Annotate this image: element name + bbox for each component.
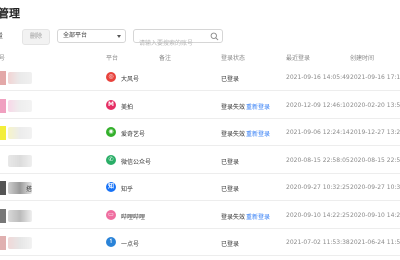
login-status: 登录失效 [221,131,246,138]
relogin-link[interactable]: 重新登录 [246,102,270,111]
search-box [133,29,223,50]
latest-login-time: 2020-12-09 12:46:10 [286,101,350,109]
iqiyi-icon: ◉ [106,127,116,137]
login-status: 已登录 [221,186,240,193]
header-created: 创建时间 [350,55,375,62]
account-mosaic [8,237,32,249]
table-row[interactable]: ↿ 一点号 已登录 2021-07-02 11:53:38 2021-06-24 11:… [0,229,400,256]
login-status: 登录失效 [221,103,246,111]
account-mosaic [8,72,32,84]
account-mosaic [8,154,32,167]
login-status: 已登录 [221,241,240,248]
bilibili-icon: ▭ [106,209,116,220]
account-mosaic [8,209,32,222]
platform-select[interactable]: 全部平台 [57,29,126,43]
page-title: 管理 [0,7,20,20]
header-note: 备注 [159,55,172,62]
latest-login-time: 2020-09-27 10:32:25 [286,184,350,191]
table-row[interactable]: M 美拍 登录失效 重新登录 2020-12-09 12:46:10 2020-02-20… [0,92,400,119]
wechat-icon: ✆ [106,154,116,165]
created-time: 2020-09-27 10:32 [350,184,400,191]
latest-login-time: 2020-09-10 14:22:25 [286,211,350,219]
avatar [0,181,6,195]
relogin-link[interactable]: 重新登录 [246,212,270,221]
latest-login-time: 2021-09-06 12:24:14 [286,129,350,136]
platform-name: 爱奇艺号 [121,131,146,138]
avatar [0,98,6,113]
zhihu-icon: 知 [106,182,116,192]
created-time: 2021-09-16 17:19 [350,74,400,81]
latest-login-time: 2021-09-16 14:05:49 [286,74,350,81]
platform-name: 大风号 [121,76,140,83]
avatar [0,71,6,85]
avatar [0,208,6,223]
meipai-icon: M [106,99,116,110]
account-mosaic [8,99,32,112]
platform-name: 美拍 [121,103,134,111]
yidian-icon: ↿ [106,237,116,247]
batch-label[interactable]: 量 [0,31,3,41]
platform-select-value: 全部平台 [63,32,88,39]
table-row[interactable]: ▭ 哔哩哔哩 登录失效 重新登录 2020-09-10 14:22:25 2020-09-… [0,202,400,229]
header-platform: 平台 [106,55,119,62]
header-latest-login: 最近登录 [286,55,311,62]
table-row[interactable]: ◉ 爱奇艺号 登录失效 重新登录 2021-09-06 12:24:14 2019-12-… [0,119,400,146]
platform-name: 一点号 [121,241,140,248]
latest-login-time: 2021-07-02 11:53:38 [286,239,350,246]
dafeng-icon: ◎ [106,72,116,82]
table-header: 号 平台 备注 登录状态 最近登录 创建时间 [0,49,400,64]
login-status: 登录失效 [221,213,246,221]
header-status: 登录状态 [221,55,246,62]
table-row[interactable]: 搭 知知乎 已登录 2020-09-27 10:32:25 2020-09-27 10:… [0,174,400,201]
table-row[interactable]: ✆ 微信公众号 已登录 2020-08-15 22:58:05 2020-08-15 2… [0,147,400,174]
created-time: 2020-09-10 14:22 [350,211,400,219]
created-time: 2019-12-27 13:22 [350,129,400,136]
created-time: 2021-06-24 11:53 [350,239,400,246]
platform-name: 哔哩哔哩 [121,213,146,221]
account-mosaic [8,127,32,139]
search-icon[interactable] [210,32,219,41]
created-time: 2020-08-15 22:56 [350,156,400,164]
table-row[interactable]: ◎ 大风号 已登录 2021-09-16 14:05:49 2021-09-16 17:… [0,64,400,91]
login-status: 已登录 [221,158,240,166]
header-account: 号 [0,55,6,62]
platform-name: 微信公众号 [121,158,152,166]
login-status: 已登录 [221,76,240,83]
latest-login-time: 2020-08-15 22:58:05 [286,156,350,164]
delete-button[interactable]: 删除 [22,29,50,45]
account-name: 搭 [26,186,33,193]
avatar [0,153,6,168]
search-input[interactable] [134,37,213,50]
created-time: 2020-02-20 13:53 [350,101,400,109]
relogin-link[interactable]: 重新登录 [246,129,270,138]
avatar [0,236,6,250]
platform-name: 知乎 [121,186,134,193]
avatar [0,126,6,140]
caret-down-icon [117,35,121,38]
toolbar: 量 删除 全部平台 [0,29,400,50]
